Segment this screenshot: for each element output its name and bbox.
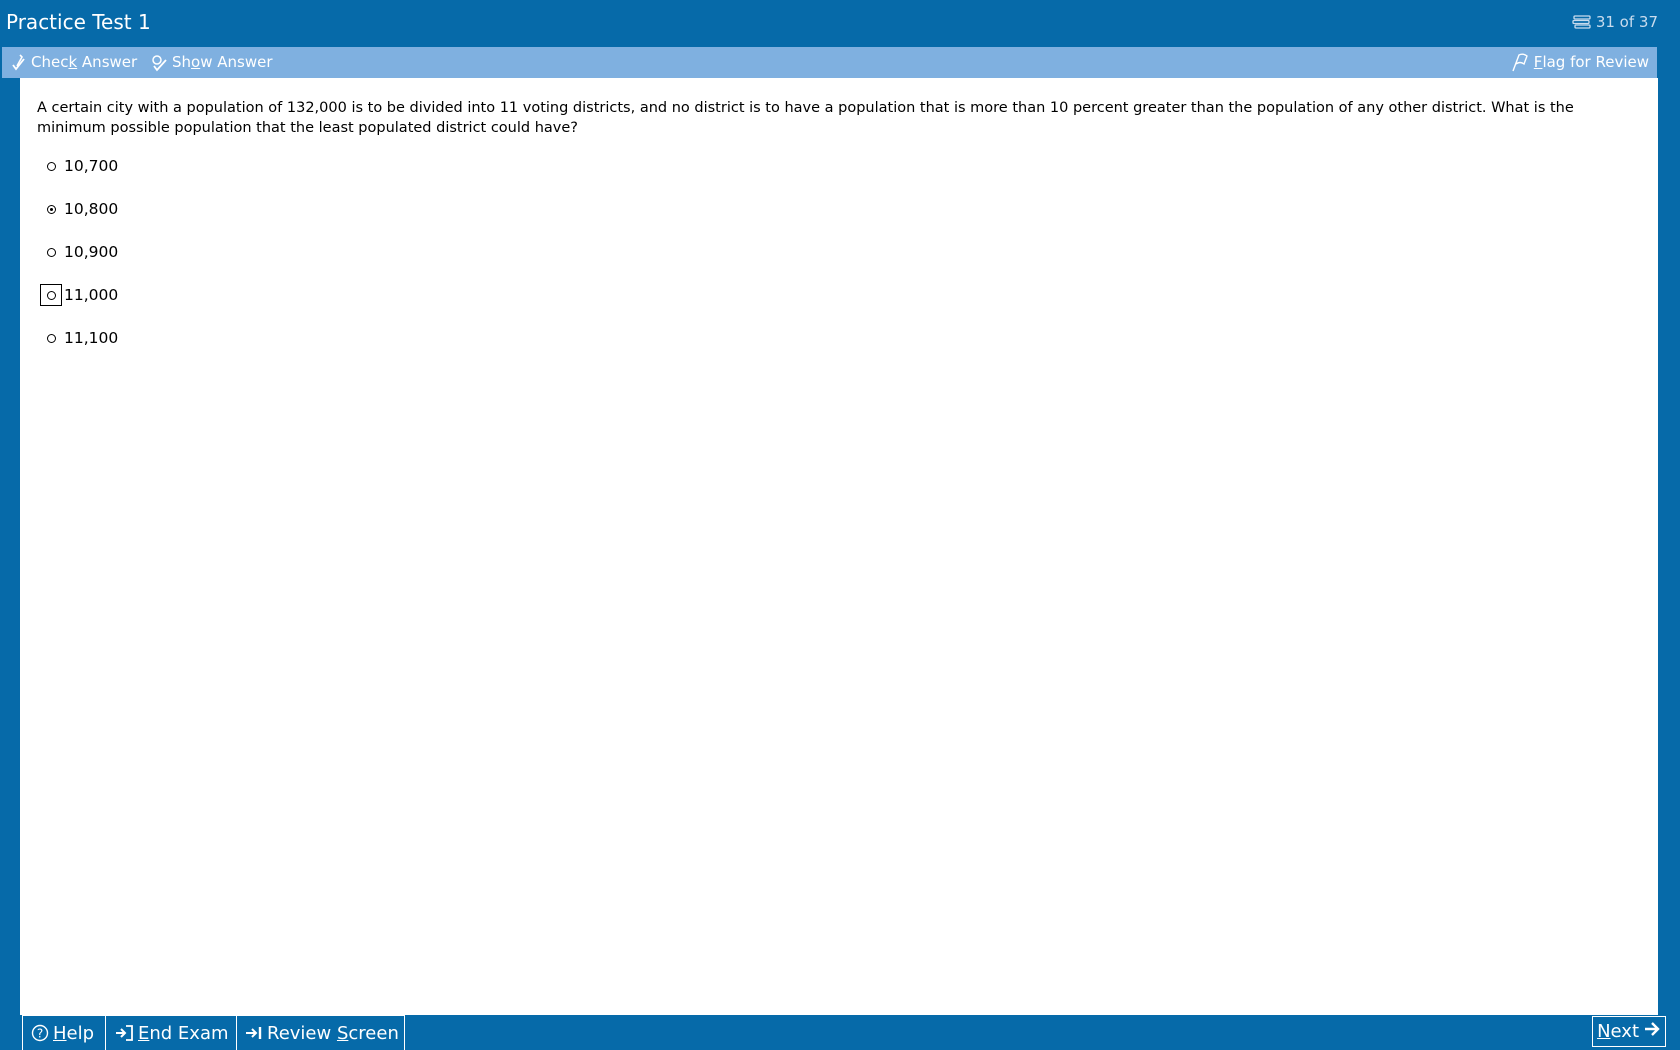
choice-label: 11,000 (64, 286, 119, 304)
footer-bar: ? Help End Exam Review Screen Next (0, 1015, 1680, 1050)
check-answer-button[interactable]: Check Answer (11, 53, 137, 72)
answer-choice[interactable]: 10,900 (40, 240, 118, 264)
radio-empty-icon (46, 290, 56, 300)
choice-label: 10,700 (64, 157, 119, 175)
radio-empty-icon (46, 333, 56, 343)
choice-label: 10,800 (64, 200, 119, 218)
title-bar: Practice Test 1 31 of 37 (0, 0, 1680, 44)
end-exam-button[interactable]: End Exam (105, 1015, 236, 1050)
help-button[interactable]: ? Help (22, 1015, 105, 1050)
choice-label: 11,100 (64, 329, 119, 347)
review-screen-button[interactable]: Review Screen (236, 1015, 405, 1050)
next-button[interactable]: Next (1592, 1016, 1666, 1047)
show-answer-icon (150, 54, 168, 72)
radio-empty-icon (46, 247, 56, 257)
end-exam-label: End Exam (138, 1022, 229, 1044)
radio-empty-icon (46, 161, 56, 171)
radio-button[interactable] (40, 241, 62, 263)
answer-choice[interactable]: 10,800 (40, 197, 118, 221)
question-panel: A certain city with a population of 132,… (20, 78, 1658, 1015)
answer-choice[interactable]: 11,000 (40, 283, 118, 307)
svg-text:?: ? (37, 1027, 43, 1041)
radio-button[interactable] (40, 198, 62, 220)
check-answer-label: Check Answer (31, 53, 138, 71)
radio-button[interactable] (40, 327, 62, 349)
question-progress: 31 of 37 (1572, 12, 1658, 32)
progress-text: 31 of 37 (1595, 13, 1658, 31)
radio-dot (49, 207, 53, 211)
flag-icon (1510, 52, 1530, 72)
arrow-right-icon (1643, 1020, 1661, 1043)
flag-for-review-button[interactable]: Flag for Review (1510, 52, 1649, 72)
review-screen-icon (245, 1024, 263, 1042)
answer-choice[interactable]: 10,700 (40, 154, 118, 178)
next-label: Next (1597, 1021, 1639, 1042)
help-icon: ? (31, 1024, 49, 1042)
radio-button[interactable] (40, 155, 62, 177)
radio-button[interactable] (40, 284, 62, 306)
list-icon (1572, 15, 1592, 29)
radio-selected-icon (46, 204, 56, 214)
end-exam-icon (114, 1024, 134, 1042)
show-answer-button[interactable]: Show Answer (150, 53, 273, 72)
app-title: Practice Test 1 (6, 10, 151, 34)
show-answer-label: Show Answer (172, 53, 273, 71)
answer-choice[interactable]: 11,100 (40, 326, 118, 350)
question-text: A certain city with a population of 132,… (37, 100, 1574, 136)
flag-for-review-label: Flag for Review (1533, 52, 1649, 71)
question-toolbar: Check Answer Show Answer Flag for Review (2, 47, 1657, 78)
choice-label: 10,900 (64, 243, 119, 261)
check-pen-icon (11, 53, 27, 72)
help-label: Help (53, 1022, 95, 1044)
review-screen-label: Review Screen (267, 1022, 399, 1044)
